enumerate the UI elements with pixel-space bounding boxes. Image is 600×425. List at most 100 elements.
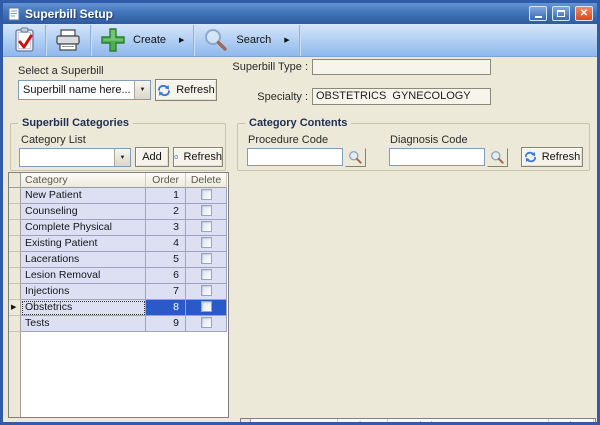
delete-cell	[186, 284, 227, 300]
row-indicator-cell	[9, 316, 21, 332]
row-indicator-cell	[9, 236, 21, 252]
column-header-description[interactable]: Description	[388, 419, 549, 425]
category-row[interactable]: New Patient1	[9, 188, 228, 204]
category-cell[interactable]: New Patient	[21, 188, 146, 204]
category-row[interactable]: Lacerations5	[9, 252, 228, 268]
order-cell[interactable]: 8	[146, 300, 186, 316]
delete-cell	[186, 236, 227, 252]
category-row[interactable]: Injections7	[9, 284, 228, 300]
chevron-down-icon: ▼	[140, 87, 146, 93]
column-header-category[interactable]: Category	[21, 173, 146, 188]
category-list-dropdown[interactable]: ▼	[19, 148, 131, 167]
column-header-delete[interactable]: Delete	[549, 419, 594, 425]
select-superbill-label: Select a Superbill	[18, 65, 104, 77]
categories-refresh-button[interactable]: Refresh	[173, 147, 223, 167]
add-label: Add	[142, 151, 162, 163]
toolbar: Create ▶ Search ▶	[3, 24, 597, 57]
category-cell[interactable]: Tests	[21, 316, 146, 332]
row-indicator-cell	[9, 268, 21, 284]
window-title: Superbill Setup	[25, 7, 524, 21]
category-contents-title: Category Contents	[245, 117, 351, 129]
dropdown-arrow-button[interactable]: ▼	[134, 81, 150, 99]
row-indicator-cell	[9, 252, 21, 268]
delete-checkbox[interactable]	[201, 205, 212, 216]
category-cell[interactable]: Complete Physical	[21, 220, 146, 236]
procedure-code-search-button[interactable]	[345, 148, 366, 167]
search-label: Search	[236, 34, 271, 46]
order-cell[interactable]: 3	[146, 220, 186, 236]
create-menu-arrow-icon: ▶	[179, 36, 184, 44]
row-indicator-header	[241, 419, 251, 425]
order-cell[interactable]: 9	[146, 316, 186, 332]
row-indicator-header	[9, 173, 21, 188]
category-row[interactable]: Existing Patient4	[9, 236, 228, 252]
close-button[interactable]: ✕	[575, 6, 593, 21]
create-button[interactable]: Create ▶	[91, 25, 193, 56]
order-cell[interactable]: 7	[146, 284, 186, 300]
delete-checkbox[interactable]	[201, 237, 212, 248]
order-cell[interactable]: 1	[146, 188, 186, 204]
delete-cell	[186, 204, 227, 220]
refresh-icon	[174, 151, 178, 163]
diagnosis-code-search-button[interactable]	[487, 148, 508, 167]
delete-checkbox[interactable]	[201, 301, 212, 312]
chevron-down-icon: ▼	[120, 155, 126, 161]
category-row[interactable]: Counseling2	[9, 204, 228, 220]
specialty-field: OBSTETRICS GYNECOLOGY	[312, 88, 491, 105]
clipboard-check-icon	[14, 27, 36, 53]
toolbar-separator	[299, 25, 300, 56]
category-list-label: Category List	[21, 134, 86, 146]
category-row[interactable]: Lesion Removal6	[9, 268, 228, 284]
delete-cell	[186, 300, 227, 316]
dropdown-arrow-button[interactable]: ▼	[114, 149, 130, 166]
search-button[interactable]: Search ▶	[194, 25, 298, 56]
delete-cell	[186, 252, 227, 268]
column-header-code[interactable]: Code	[338, 419, 388, 425]
category-cell[interactable]: Lesion Removal	[21, 268, 146, 284]
contents-refresh-button[interactable]: Refresh	[521, 147, 583, 167]
row-indicator-icon: ▶	[9, 300, 21, 316]
column-header-order[interactable]: Order	[146, 173, 186, 188]
column-header-type[interactable]: Type	[251, 419, 338, 425]
verify-button[interactable]	[5, 25, 45, 56]
category-cell[interactable]: Lacerations	[21, 252, 146, 268]
delete-checkbox[interactable]	[201, 253, 212, 264]
minimize-button[interactable]	[529, 6, 547, 21]
categories-table-header: CategoryOrderDelete	[9, 173, 228, 188]
create-label: Create	[133, 34, 166, 46]
order-cell[interactable]: 5	[146, 252, 186, 268]
maximize-button[interactable]	[552, 6, 570, 21]
procedure-code-label: Procedure Code	[248, 134, 328, 146]
category-cell[interactable]: Obstetrics	[21, 300, 146, 316]
category-cell[interactable]: Existing Patient	[21, 236, 146, 252]
close-icon: ✕	[580, 9, 588, 19]
delete-checkbox[interactable]	[201, 189, 212, 200]
category-row[interactable]: Complete Physical3	[9, 220, 228, 236]
diagnosis-code-input[interactable]	[389, 148, 485, 166]
delete-cell	[186, 316, 227, 332]
superbill-categories-title: Superbill Categories	[18, 117, 133, 129]
delete-checkbox[interactable]	[201, 317, 212, 328]
add-button[interactable]: Add	[135, 147, 169, 167]
procedure-code-input[interactable]	[247, 148, 343, 166]
plus-icon	[100, 27, 126, 53]
refresh-icon	[157, 84, 171, 97]
superbill-dropdown[interactable]: Superbill name here... ▼	[18, 80, 151, 100]
category-row[interactable]: Tests9	[9, 316, 228, 332]
category-cell[interactable]: Counseling	[21, 204, 146, 220]
delete-checkbox[interactable]	[201, 285, 212, 296]
magnifier-icon	[203, 27, 229, 53]
column-header-delete[interactable]: Delete	[186, 173, 227, 188]
row-indicator-cell	[9, 188, 21, 204]
print-button[interactable]	[46, 25, 90, 56]
category-row[interactable]: ▶Obstetrics8	[9, 300, 228, 316]
categories-table-rows: New Patient1Counseling2Complete Physical…	[9, 188, 228, 332]
delete-checkbox[interactable]	[201, 269, 212, 280]
category-contents-group: Category Contents Procedure Code Diagnos…	[237, 123, 590, 171]
titlebar[interactable]: Superbill Setup ✕	[3, 3, 597, 24]
order-cell[interactable]: 2	[146, 204, 186, 220]
category-cell[interactable]: Injections	[21, 284, 146, 300]
order-cell[interactable]: 4	[146, 236, 186, 252]
delete-checkbox[interactable]	[201, 221, 212, 232]
order-cell[interactable]: 6	[146, 268, 186, 284]
